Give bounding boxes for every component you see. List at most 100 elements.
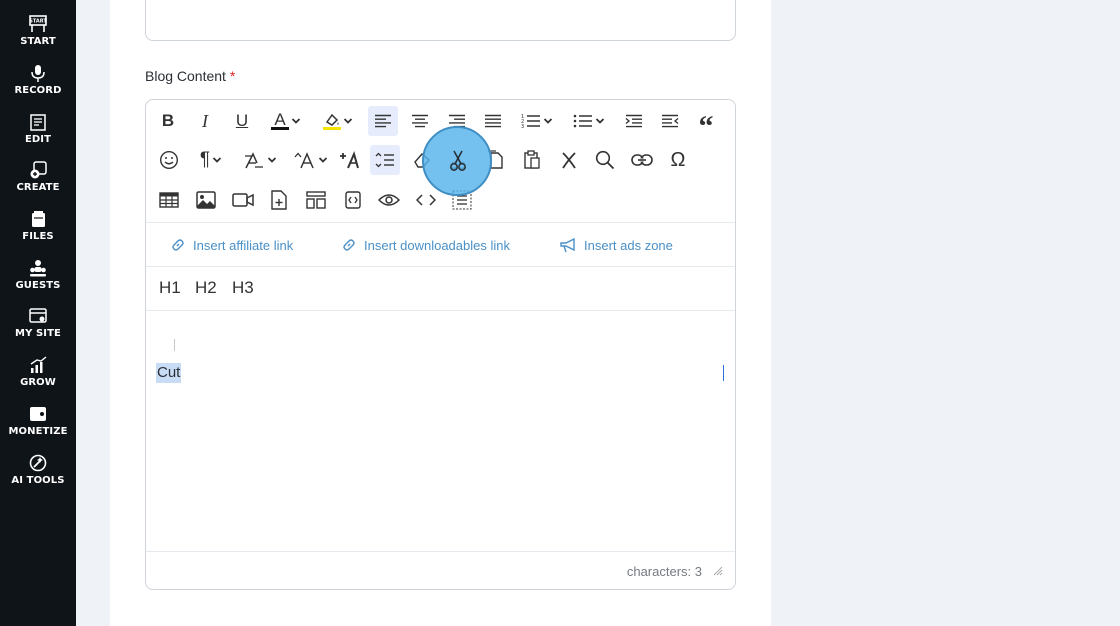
numbered-list-icon: 123 bbox=[521, 114, 540, 129]
pilcrow-icon: ¶ bbox=[199, 149, 211, 170]
embed-code-button[interactable] bbox=[338, 186, 368, 214]
sidebar-item-ai-tools[interactable]: AI TOOLS bbox=[0, 453, 76, 499]
highlight-swatch bbox=[323, 126, 341, 130]
line-height-button[interactable] bbox=[370, 145, 400, 175]
strike-x-icon bbox=[562, 152, 576, 169]
insert-video-button[interactable] bbox=[228, 186, 258, 214]
eye-icon bbox=[378, 194, 400, 206]
required-mark: * bbox=[229, 68, 236, 84]
sidebar-item-label: AI TOOLS bbox=[11, 475, 65, 486]
chevron-down-icon bbox=[543, 118, 553, 124]
paragraph-format-button[interactable]: ¶ bbox=[192, 146, 230, 174]
selected-text[interactable]: Cut bbox=[156, 363, 182, 383]
preview-button[interactable] bbox=[374, 186, 404, 214]
emoji-button[interactable] bbox=[154, 146, 184, 174]
sidebar-item-my-site[interactable]: MY SITE bbox=[0, 306, 76, 352]
add-text-style-icon bbox=[340, 151, 359, 169]
sidebar-item-create[interactable]: CREATE bbox=[0, 160, 76, 206]
create-icon bbox=[30, 161, 47, 179]
sidebar-item-label: START bbox=[20, 36, 56, 47]
font-size-icon bbox=[294, 152, 314, 169]
bold-button[interactable]: B bbox=[154, 107, 182, 135]
sidebar-item-guests[interactable]: GUESTS bbox=[0, 258, 76, 304]
remove-format-button[interactable] bbox=[555, 146, 583, 174]
indent-button[interactable] bbox=[620, 106, 648, 136]
code-view-button[interactable] bbox=[412, 186, 440, 214]
insert-downloadables-link-button[interactable]: Insert downloadables link bbox=[341, 235, 510, 255]
microphone-icon bbox=[31, 65, 45, 82]
italic-button[interactable]: I bbox=[191, 107, 219, 135]
ai-tools-icon bbox=[29, 454, 47, 472]
quote-icon: “ bbox=[698, 110, 714, 143]
blog-content-label: Blog Content * bbox=[145, 68, 235, 84]
font-color-button[interactable]: A bbox=[264, 107, 308, 135]
code-icon bbox=[416, 194, 436, 206]
sidebar-item-label: GROW bbox=[20, 377, 56, 388]
insert-link-button[interactable] bbox=[628, 146, 656, 174]
character-count: characters: 3 bbox=[626, 564, 702, 579]
numbered-list-button[interactable]: 123 bbox=[516, 107, 558, 135]
sidebar-item-grow[interactable]: GROW bbox=[0, 355, 76, 401]
font-size-button[interactable] bbox=[290, 146, 332, 174]
insert-table-button[interactable] bbox=[154, 186, 184, 214]
align-justify-button[interactable] bbox=[478, 106, 508, 136]
insert-affiliate-link-button[interactable]: Insert affiliate link bbox=[170, 235, 293, 255]
indent-icon bbox=[625, 114, 642, 128]
sidebar-item-start[interactable]: START START bbox=[0, 14, 76, 60]
heading-h2-button[interactable]: H2 bbox=[195, 278, 217, 298]
blockquote-button[interactable]: “ bbox=[692, 106, 720, 142]
insert-layout-button[interactable] bbox=[301, 186, 331, 214]
align-center-button[interactable] bbox=[405, 106, 435, 136]
italic-glyph: I bbox=[202, 110, 208, 131]
sidebar-item-monetize[interactable]: MONETIZE bbox=[0, 404, 76, 450]
special-character-button[interactable]: Ω bbox=[664, 146, 692, 174]
paste-button[interactable] bbox=[518, 146, 546, 174]
image-icon bbox=[196, 191, 216, 209]
previous-input-field[interactable] bbox=[145, 0, 736, 41]
grow-icon bbox=[30, 356, 47, 373]
guests-icon bbox=[30, 260, 46, 277]
sidebar-item-label: EDIT bbox=[24, 134, 52, 145]
sidebar-item-label: CREATE bbox=[16, 182, 60, 193]
align-left-button[interactable] bbox=[368, 106, 398, 136]
font-color-swatch bbox=[271, 127, 289, 130]
insert-file-button[interactable] bbox=[264, 186, 294, 214]
start-icon: START bbox=[29, 15, 47, 32]
bullet-list-button[interactable] bbox=[568, 107, 610, 135]
empty-line-marker bbox=[174, 339, 175, 351]
code-block-icon bbox=[345, 191, 361, 209]
sidebar-item-label: MY SITE bbox=[15, 328, 61, 339]
find-button[interactable] bbox=[591, 146, 619, 174]
svg-text:START: START bbox=[29, 19, 47, 25]
resize-handle-icon[interactable] bbox=[713, 566, 723, 576]
insert-image-button[interactable] bbox=[191, 186, 221, 214]
chevron-down-icon bbox=[343, 118, 353, 124]
text-color-plus-button[interactable] bbox=[336, 146, 364, 174]
align-center-icon bbox=[412, 114, 428, 128]
edit-icon bbox=[30, 114, 46, 131]
align-justify-icon bbox=[485, 114, 501, 128]
file-add-icon bbox=[271, 190, 287, 210]
highlight-color-button[interactable] bbox=[316, 107, 360, 135]
sidebar-item-edit[interactable]: EDIT bbox=[0, 112, 76, 158]
sidebar-item-record[interactable]: RECORD bbox=[0, 63, 76, 109]
align-left-icon bbox=[375, 114, 391, 128]
bullet-list-icon bbox=[573, 114, 592, 128]
editor-content-area[interactable]: Cut bbox=[146, 311, 735, 551]
heading-h1-button[interactable]: H1 bbox=[159, 278, 181, 298]
sidebar: START START RECORD EDIT CREATE FILES GUE… bbox=[0, 0, 76, 626]
chevron-down-icon bbox=[267, 157, 277, 163]
font-family-button[interactable] bbox=[239, 146, 281, 174]
field-label-text: Blog Content bbox=[145, 68, 226, 84]
font-family-icon bbox=[245, 152, 263, 169]
sidebar-item-label: GUESTS bbox=[15, 280, 61, 291]
scissors-icon bbox=[450, 150, 466, 171]
underline-button[interactable]: U bbox=[228, 107, 256, 135]
font-color-letter: A bbox=[274, 110, 286, 129]
heading-h3-button[interactable]: H3 bbox=[232, 278, 254, 298]
outdent-button[interactable] bbox=[656, 106, 684, 136]
sidebar-item-files[interactable]: FILES bbox=[0, 209, 76, 255]
insert-ads-zone-button[interactable]: Insert ads zone bbox=[559, 235, 673, 255]
link-icon bbox=[172, 239, 184, 251]
toolbar-divider bbox=[146, 222, 735, 223]
